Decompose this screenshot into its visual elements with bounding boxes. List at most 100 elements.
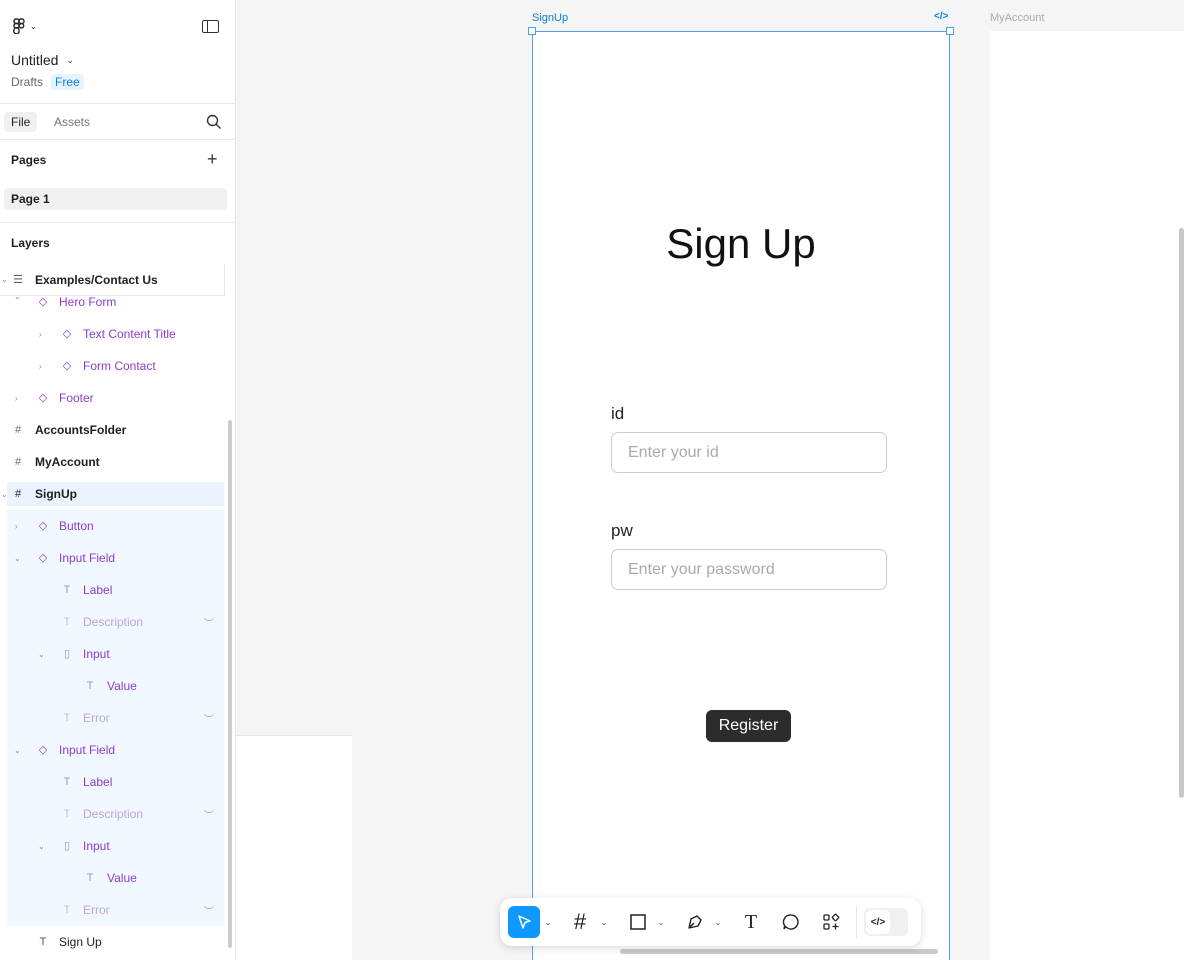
- chevron-down-icon[interactable]: ⌄: [1, 275, 8, 284]
- layer-label: Footer: [59, 391, 94, 405]
- layer-row-selected[interactable]: ⌄ # SignUp: [1, 482, 224, 506]
- dev-mode-toggle[interactable]: </>: [864, 908, 908, 936]
- chevron-right-icon[interactable]: ›: [39, 330, 42, 339]
- myaccount-frame[interactable]: [990, 31, 1184, 960]
- layer-row[interactable]: # MyAccount: [0, 446, 226, 478]
- plan-badge[interactable]: Free: [51, 74, 84, 90]
- frame-tool-dropdown[interactable]: ⌄: [598, 906, 610, 938]
- resize-handle[interactable]: [528, 27, 536, 35]
- chevron-right-icon[interactable]: ›: [15, 394, 18, 403]
- resize-handle[interactable]: [946, 27, 954, 35]
- layer-row[interactable]: ⌄ ☰ Examples/Contact Us: [0, 264, 226, 296]
- dev-mode-icon[interactable]: </>: [934, 11, 948, 22]
- layer-label: Examples/Contact Us: [35, 272, 158, 287]
- layer-row[interactable]: T Error ︶: [7, 702, 224, 734]
- component-icon: ◇: [38, 552, 48, 564]
- text-icon: T: [63, 776, 71, 788]
- pages-heading: Pages: [11, 153, 47, 167]
- instance-icon: ▯: [63, 648, 71, 660]
- search-icon[interactable]: [206, 114, 222, 130]
- id-input[interactable]: Enter your id: [611, 432, 887, 473]
- file-title-button[interactable]: Untitled ⌄: [11, 52, 74, 68]
- layer-row[interactable]: ⌄ ◇ Input Field: [7, 734, 224, 766]
- layer-row[interactable]: ⌄ ▯ Input: [7, 830, 224, 862]
- text-icon: T: [86, 872, 94, 884]
- layer-row[interactable]: › ◇ Button: [7, 510, 224, 542]
- text-icon: T: [63, 808, 71, 820]
- layer-list: ⌄ ☰ Examples/Contact Us ⌄ ◇ Hero Form › …: [0, 264, 226, 958]
- shape-tool-dropdown[interactable]: ⌄: [655, 906, 667, 938]
- layer-label: Input: [83, 647, 110, 661]
- component-icon: ◇: [62, 328, 72, 340]
- frame-tool-button[interactable]: #: [566, 906, 594, 938]
- canvas-horizontal-scrollbar[interactable]: [620, 949, 938, 954]
- chevron-right-icon[interactable]: ›: [39, 362, 42, 371]
- chevron-down-icon[interactable]: ⌄: [14, 746, 21, 755]
- layer-row[interactable]: › ◇ Form Contact: [0, 350, 226, 382]
- register-button[interactable]: Register: [706, 710, 791, 742]
- layer-row[interactable]: T Label: [7, 766, 224, 798]
- layer-row[interactable]: T Value: [7, 862, 224, 894]
- id-label[interactable]: id: [611, 404, 624, 424]
- layer-row[interactable]: # AccountsFolder: [0, 414, 226, 446]
- move-tool-button[interactable]: [508, 906, 540, 938]
- pen-tool-dropdown[interactable]: ⌄: [712, 906, 724, 938]
- layer-row[interactable]: ⌄ ◇ Hero Form: [0, 292, 226, 309]
- hidden-eye-icon[interactable]: ︶: [204, 711, 214, 726]
- layer-row[interactable]: › ◇ Text Content Title: [0, 318, 226, 350]
- chevron-down-icon[interactable]: ⌄: [14, 292, 21, 301]
- main-menu-button[interactable]: ⌄: [12, 18, 37, 34]
- text-icon: T: [39, 936, 47, 948]
- layer-row[interactable]: ⌄ ▯ Input: [7, 638, 224, 670]
- page-item[interactable]: Page 1: [4, 188, 227, 210]
- chevron-down-icon[interactable]: ⌄: [38, 842, 45, 851]
- layers-scrollbar[interactable]: [228, 420, 232, 948]
- layer-row[interactable]: T Value: [7, 670, 224, 702]
- layer-row[interactable]: ⌄ ◇ Input Field: [7, 542, 224, 574]
- frame-label[interactable]: MyAccount: [990, 12, 1044, 24]
- divider: [224, 264, 225, 296]
- chevron-down-icon[interactable]: ⌄: [14, 554, 21, 563]
- layer-label: Description: [83, 807, 144, 821]
- move-tool-dropdown[interactable]: ⌄: [542, 906, 554, 938]
- hidden-eye-icon[interactable]: ︶: [204, 615, 214, 630]
- hidden-eye-icon[interactable]: ︶: [204, 807, 214, 822]
- toggle-sidebar-icon[interactable]: [202, 20, 219, 33]
- text-icon: T: [63, 584, 71, 596]
- chevron-right-icon[interactable]: ›: [15, 522, 18, 531]
- hidden-eye-icon[interactable]: ︶: [204, 903, 214, 918]
- drafts-link[interactable]: Drafts: [11, 75, 43, 89]
- layer-row[interactable]: T Sign Up: [0, 926, 226, 958]
- chevron-down-icon[interactable]: ⌄: [1, 490, 8, 499]
- tab-assets[interactable]: Assets: [47, 112, 97, 132]
- rectangle-icon: [630, 914, 646, 930]
- signup-title[interactable]: Sign Up: [533, 220, 949, 268]
- chevron-down-icon[interactable]: ⌄: [38, 650, 45, 659]
- pen-tool-button[interactable]: [681, 906, 709, 938]
- layer-row[interactable]: T Label: [7, 574, 224, 606]
- tab-file[interactable]: File: [4, 112, 38, 132]
- chevron-down-icon: ⌄: [714, 917, 722, 927]
- layer-row[interactable]: › ◇ Footer: [0, 382, 226, 414]
- layers-heading: Layers: [11, 236, 50, 250]
- frame-label[interactable]: SignUp: [532, 12, 568, 24]
- text-tool-button[interactable]: T: [737, 906, 765, 938]
- add-page-icon[interactable]: +: [207, 150, 218, 168]
- selected-children: › ◇ Button ⌄ ◇ Input Field T Label T Des…: [7, 510, 224, 926]
- comment-tool-button[interactable]: [777, 906, 805, 938]
- pw-label[interactable]: pw: [611, 521, 633, 541]
- pw-input[interactable]: Enter your password: [611, 549, 887, 590]
- figma-app: ⌄ Untitled ⌄ Drafts Free File Assets Pag…: [0, 0, 1184, 960]
- shape-tool-button[interactable]: [624, 906, 652, 938]
- signup-frame[interactable]: Sign Up id Enter your id pw Enter your p…: [528, 27, 954, 960]
- component-icon: ◇: [38, 392, 48, 404]
- layer-row[interactable]: T Description ︶: [7, 606, 224, 638]
- layer-label: Input: [83, 839, 110, 853]
- layer-row[interactable]: T Error ︶: [7, 894, 224, 926]
- actions-button[interactable]: [817, 906, 845, 938]
- comment-icon: [782, 914, 799, 930]
- canvas[interactable]: SignUp </> MyAccount Sign Up id Enter yo…: [236, 0, 1184, 960]
- canvas-vertical-scrollbar[interactable]: [1179, 228, 1184, 798]
- file-title: Untitled: [11, 52, 59, 68]
- layer-row[interactable]: T Description ︶: [7, 798, 224, 830]
